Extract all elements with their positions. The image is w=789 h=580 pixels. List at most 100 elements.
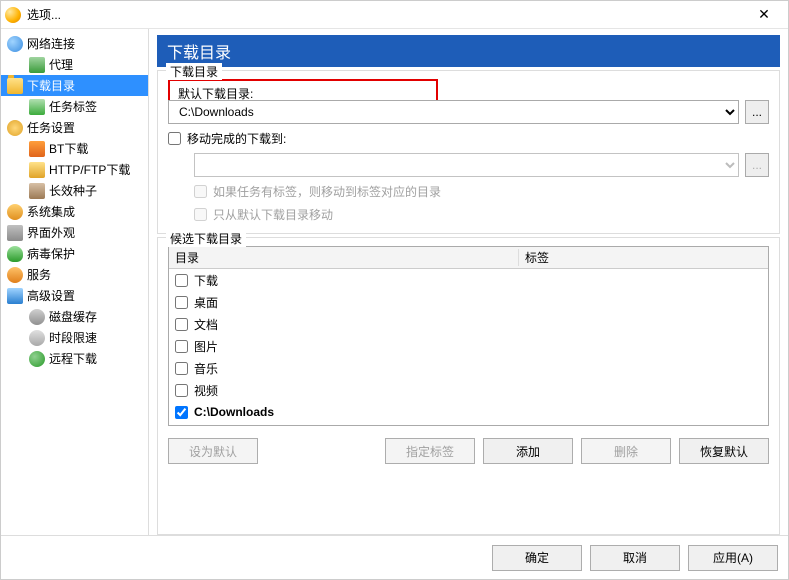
sidebar-item-label: HTTP/FTP下载 [49, 161, 130, 178]
row-label: 视频 [194, 382, 218, 399]
footer: 确定 取消 应用(A) [1, 535, 788, 579]
row-label: 文档 [194, 316, 218, 333]
row-label: 桌面 [194, 294, 218, 311]
row-checkbox[interactable] [175, 406, 188, 419]
row-label: 图片 [194, 338, 218, 355]
restore-default-button[interactable]: 恢复默认 [679, 438, 769, 464]
sidebar-item-4[interactable]: 任务设置 [1, 117, 148, 138]
users-icon [7, 204, 23, 220]
delete-button: 删除 [581, 438, 671, 464]
seed-icon [29, 183, 45, 199]
sidebar-item-label: 病毒保护 [27, 245, 75, 262]
sidebar-item-label: 时段限速 [49, 329, 97, 346]
bt-icon [29, 141, 45, 157]
default-dir-input[interactable]: C:\Downloads [168, 100, 739, 124]
sidebar-item-label: 下载目录 [27, 77, 75, 94]
row-label: C:\Downloads [194, 405, 274, 419]
sidebar-item-3[interactable]: 任务标签 [1, 96, 148, 117]
sidebar-item-14[interactable]: 时段限速 [1, 327, 148, 348]
proxy-icon [29, 57, 45, 73]
disk-icon [29, 309, 45, 325]
row-label: 音乐 [194, 360, 218, 377]
table-row[interactable]: 视频 [169, 379, 768, 401]
window-title: 选项... [27, 6, 744, 23]
sched-icon [29, 330, 45, 346]
row-checkbox[interactable] [175, 296, 188, 309]
sidebar-item-10[interactable]: 病毒保护 [1, 243, 148, 264]
group-legend-candidates: 候选下载目录 [166, 230, 246, 247]
sidebar: 网络连接代理下载目录任务标签任务设置 BT下载 HTTP/FTP下载长效种子系统集成… [1, 29, 149, 535]
column-tag[interactable]: 标签 [519, 249, 768, 266]
sidebar-item-label: 服务 [27, 266, 51, 283]
move-from-default-checkbox [194, 208, 207, 221]
gear-icon [7, 120, 23, 136]
set-tag-button: 指定标签 [385, 438, 475, 464]
sidebar-item-15[interactable]: 远程下载 [1, 348, 148, 369]
group-legend: 下载目录 [166, 63, 222, 80]
sidebar-item-label: 界面外观 [27, 224, 75, 241]
browse-default-dir-button[interactable]: ... [745, 100, 769, 124]
sidebar-item-9[interactable]: 界面外观 [1, 222, 148, 243]
sidebar-item-0[interactable]: 网络连接 [1, 33, 148, 54]
row-checkbox[interactable] [175, 318, 188, 331]
shield-icon [7, 246, 23, 262]
row-checkbox[interactable] [175, 362, 188, 375]
ui-icon [7, 225, 23, 241]
sidebar-item-11[interactable]: 服务 [1, 264, 148, 285]
column-dir[interactable]: 目录 [169, 249, 519, 266]
table-row[interactable]: 图片 [169, 335, 768, 357]
cancel-button[interactable]: 取消 [590, 545, 680, 571]
http-icon [29, 162, 45, 178]
titlebar: 选项... ✕ [1, 1, 788, 29]
move-from-default-label: 只从默认下载目录移动 [213, 206, 333, 223]
tag-icon [29, 99, 45, 115]
sidebar-item-label: 任务设置 [27, 119, 75, 136]
group-download-dir: 下载目录 默认下载目录: C:\Downloads ... [157, 70, 780, 234]
sidebar-item-label: 任务标签 [49, 98, 97, 115]
table-row[interactable]: 下载 [169, 269, 768, 291]
table-row[interactable]: 文档 [169, 313, 768, 335]
ok-button[interactable]: 确定 [492, 545, 582, 571]
main-panel: 下载目录 下载目录 默认下载目录: C:\Downloads ... [149, 29, 788, 535]
sidebar-item-13[interactable]: 磁盘缓存 [1, 306, 148, 327]
move-dir-input [194, 153, 739, 177]
move-by-tag-label: 如果任务有标签，则移动到标签对应的目录 [213, 183, 441, 200]
app-icon [5, 7, 21, 23]
row-checkbox[interactable] [175, 384, 188, 397]
table-row[interactable]: C:\Downloads [169, 401, 768, 423]
table-row[interactable]: 音乐 [169, 357, 768, 379]
section-header: 下载目录 [157, 35, 780, 67]
sidebar-item-7[interactable]: 长效种子 [1, 180, 148, 201]
row-checkbox[interactable] [175, 274, 188, 287]
sidebar-item-1[interactable]: 代理 [1, 54, 148, 75]
folder-icon [7, 78, 23, 94]
sidebar-item-8[interactable]: 系统集成 [1, 201, 148, 222]
table-row[interactable]: 桌面 [169, 291, 768, 313]
sidebar-item-label: 代理 [49, 56, 73, 73]
adv-icon [7, 288, 23, 304]
sidebar-item-label: 系统集成 [27, 203, 75, 220]
sidebar-item-5[interactable]: BT下载 [1, 138, 148, 159]
move-by-tag-checkbox [194, 185, 207, 198]
remote-icon [29, 351, 45, 367]
sidebar-item-6[interactable]: HTTP/FTP下载 [1, 159, 148, 180]
sidebar-item-label: 远程下载 [49, 350, 97, 367]
sidebar-item-label: 长效种子 [49, 182, 97, 199]
set-default-button: 设为默认 [168, 438, 258, 464]
row-label: 下载 [194, 272, 218, 289]
sidebar-item-label: 磁盘缓存 [49, 308, 97, 325]
group-candidate-dirs: 候选下载目录 目录 标签 下载桌面文档图片音乐视频C:\Downloads 设为… [157, 237, 780, 535]
candidate-buttons: 设为默认 指定标签 添加 删除 恢复默认 [168, 438, 769, 464]
sidebar-item-label: BT下载 [49, 140, 88, 157]
apply-button[interactable]: 应用(A) [688, 545, 778, 571]
sidebar-item-label: 高级设置 [27, 287, 75, 304]
add-button[interactable]: 添加 [483, 438, 573, 464]
browse-move-dir-button: ... [745, 153, 769, 177]
candidate-table: 目录 标签 下载桌面文档图片音乐视频 C:\Downloads [168, 246, 769, 426]
close-icon[interactable]: ✕ [744, 6, 784, 23]
row-checkbox[interactable] [175, 340, 188, 353]
svc-icon [7, 267, 23, 283]
sidebar-item-2[interactable]: 下载目录 [1, 75, 148, 96]
move-completed-checkbox[interactable] [168, 132, 181, 145]
sidebar-item-12[interactable]: 高级设置 [1, 285, 148, 306]
